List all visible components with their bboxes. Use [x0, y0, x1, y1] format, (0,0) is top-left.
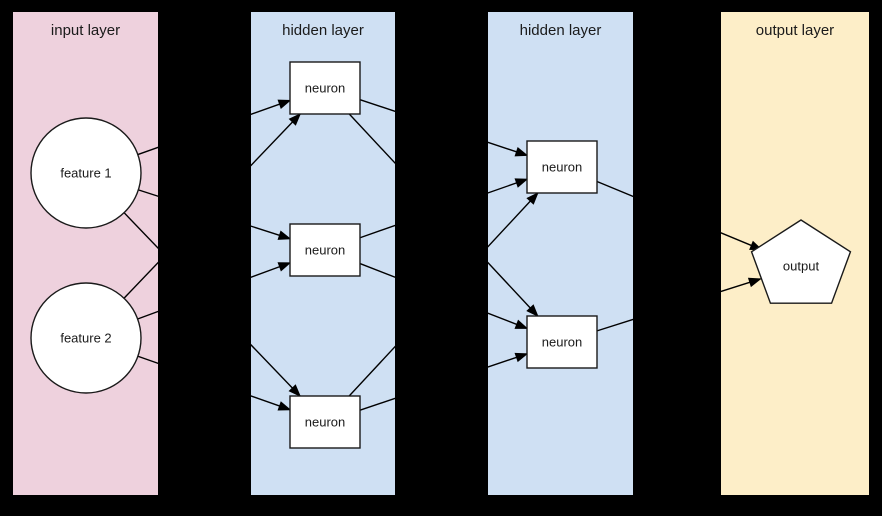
node-label-out1: output — [783, 258, 820, 273]
node-label-h2n2: neuron — [542, 334, 582, 349]
neural-network-diagram: feature 1 feature 2 neuron neuron neuron neur… — [13, 12, 869, 495]
node-h2n1[interactable]: neuron — [526, 140, 598, 194]
node-feature2[interactable]: feature 2 — [30, 282, 142, 394]
layer-background-hidden2 — [488, 12, 633, 495]
node-label-h1n1: neuron — [305, 80, 345, 95]
node-h1n3[interactable]: neuron — [289, 395, 361, 449]
node-label-h1n3: neuron — [305, 414, 345, 429]
layer-title-hidden1: hidden layer — [282, 22, 364, 39]
layer-background-input — [13, 12, 158, 495]
diagram-canvas: feature 1 feature 2 neuron neuron neuron neur… — [0, 0, 882, 516]
node-label-feature1: feature 1 — [60, 165, 111, 180]
layer-titles: input layer hidden layer hidden layer outpu… — [51, 22, 834, 39]
node-label-h1n2: neuron — [305, 242, 345, 257]
node-h2n2[interactable]: neuron — [526, 315, 598, 369]
node-h1n2[interactable]: neuron — [289, 223, 361, 277]
connection-edges — [123, 99, 763, 411]
layer-backgrounds — [13, 12, 869, 495]
node-label-h2n1: neuron — [542, 159, 582, 174]
layer-title-hidden2: hidden layer — [520, 22, 602, 39]
node-h1n1[interactable]: neuron — [289, 61, 361, 115]
node-feature1[interactable]: feature 1 — [30, 117, 142, 229]
layer-title-input: input layer — [51, 22, 120, 39]
layer-title-output: output layer — [756, 22, 834, 39]
node-label-feature2: feature 2 — [60, 330, 111, 345]
